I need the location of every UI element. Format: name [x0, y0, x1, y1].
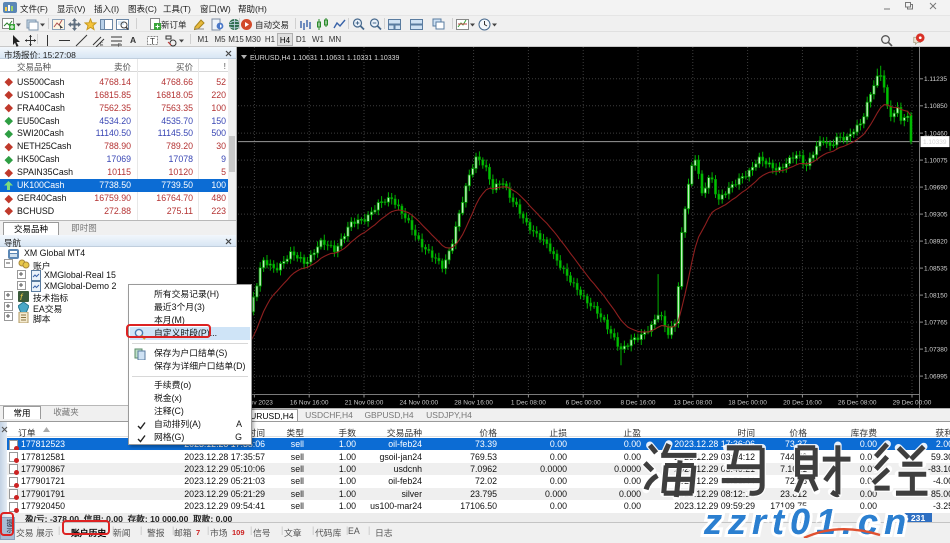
svg-text:16 Nov 16:00: 16 Nov 16:00 [290, 400, 329, 407]
svg-text:13 Dec 08:00: 13 Dec 08:00 [673, 400, 712, 407]
svg-text:1.10075: 1.10075 [924, 157, 948, 164]
svg-text:1.08920: 1.08920 [924, 238, 948, 245]
svg-text:1.11235: 1.11235 [924, 76, 947, 83]
svg-text:1.08535: 1.08535 [924, 265, 948, 272]
svg-text:26 Dec 08:00: 26 Dec 08:00 [838, 400, 877, 407]
svg-text:21 Nov 08:00: 21 Nov 08:00 [345, 400, 384, 407]
svg-text:8 Dec 16:00: 8 Dec 16:00 [620, 400, 655, 407]
svg-text:1.09305: 1.09305 [924, 211, 948, 218]
svg-text:1.09690: 1.09690 [924, 184, 948, 191]
svg-text:1 Dec 08:00: 1 Dec 08:00 [511, 400, 546, 407]
svg-text:18 Dec 00:00: 18 Dec 00:00 [728, 400, 767, 407]
svg-text:T: T [150, 37, 155, 46]
svg-text:28 Nov 16:00: 28 Nov 16:00 [454, 400, 493, 407]
svg-text:1.10850: 1.10850 [924, 103, 948, 110]
svg-text:6 Dec 00:00: 6 Dec 00:00 [566, 400, 601, 407]
svg-text:29 Dec 00:00: 29 Dec 00:00 [893, 400, 932, 407]
svg-text:1.10339: 1.10339 [923, 139, 947, 146]
svg-text:1.07765: 1.07765 [924, 319, 948, 326]
svg-text:EURUSD,H4 1.10631 1.10631 1.10: EURUSD,H4 1.10631 1.10631 1.10331 1.1033… [250, 55, 400, 62]
svg-text:1.08150: 1.08150 [924, 292, 948, 299]
svg-text:1.07380: 1.07380 [924, 346, 948, 353]
svg-text:1.06995: 1.06995 [924, 373, 948, 380]
svg-text:24 Nov 00:00: 24 Nov 00:00 [399, 400, 438, 407]
svg-text:20 Dec 16:00: 20 Dec 16:00 [783, 400, 822, 407]
